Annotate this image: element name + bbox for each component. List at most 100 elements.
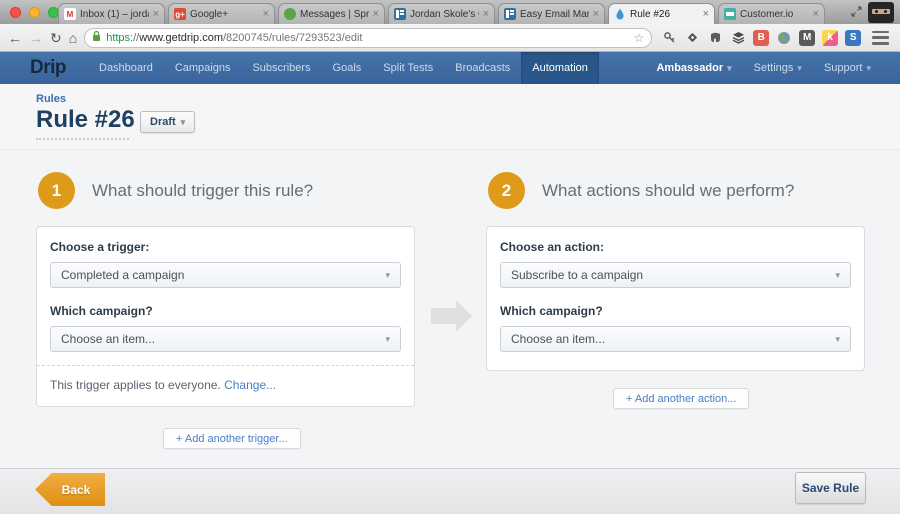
nav-item-campaigns[interactable]: Campaigns xyxy=(164,52,242,84)
tab-title: Jordan Skole's Grow xyxy=(410,9,479,20)
tab-title: Easy Email Marketin xyxy=(520,9,589,20)
tab-strip: M Inbox (1) – jordang × g+ Google+ × Mes… xyxy=(0,0,900,24)
flow-arrow-icon xyxy=(431,308,456,324)
flag-icon xyxy=(504,8,516,20)
fullscreen-expand-icon[interactable] xyxy=(851,4,862,22)
rule-editor-page: Rules Rule #26 Draft ▾ 1 What should tri… xyxy=(0,84,900,514)
action-section-title: What actions should we perform? xyxy=(542,172,794,209)
tab-customerio[interactable]: Customer.io × xyxy=(718,3,825,24)
nav-item-subscribers[interactable]: Subscribers xyxy=(241,52,321,84)
tab-close-icon[interactable]: × xyxy=(373,9,379,20)
globe-icon[interactable] xyxy=(776,30,792,46)
chevron-down-icon: ▾ xyxy=(797,63,802,74)
nav-item-split-tests[interactable]: Split Tests xyxy=(372,52,444,84)
k-extension-icon[interactable]: k xyxy=(822,30,838,46)
step-2-badge: 2 xyxy=(488,172,525,209)
m-extension-icon[interactable]: M xyxy=(799,30,815,46)
tab-close-icon[interactable]: × xyxy=(153,9,159,20)
stack-layers-icon[interactable] xyxy=(730,30,746,46)
action-campaign-select[interactable]: Choose an item... ▾ xyxy=(500,326,851,352)
back-button[interactable]: Back xyxy=(35,473,105,506)
tab-close-icon[interactable]: × xyxy=(703,9,709,20)
reload-icon[interactable]: ↻ xyxy=(50,31,62,45)
address-bar[interactable]: https://www.getdrip.com/8200745/rules/72… xyxy=(84,28,652,48)
browser-window: M Inbox (1) – jordang × g+ Google+ × Mes… xyxy=(0,0,900,514)
tab-title: Customer.io xyxy=(740,9,809,20)
trigger-type-select[interactable]: Completed a campaign ▾ xyxy=(50,262,401,288)
action-type-value: Subscribe to a campaign xyxy=(511,268,643,282)
nav-item-label: Support xyxy=(824,62,863,74)
chevron-down-icon: ▾ xyxy=(385,334,390,345)
window-controls xyxy=(10,7,59,18)
action-campaign-value: Choose an item... xyxy=(511,332,605,346)
page-title[interactable]: Rule #26 xyxy=(36,106,135,134)
nav-item-dashboard[interactable]: Dashboard xyxy=(88,52,164,84)
user-avatar-ninja[interactable] xyxy=(868,2,894,23)
tab-title: Inbox (1) – jordang xyxy=(80,9,149,20)
page-header: Rules Rule #26 Draft ▾ xyxy=(0,84,900,150)
tab-close-icon[interactable]: × xyxy=(483,9,489,20)
nav-item-label: Settings xyxy=(754,62,794,74)
action-campaign-label: Which campaign? xyxy=(500,304,851,318)
trigger-type-value: Completed a campaign xyxy=(61,268,184,282)
trigger-type-label: Choose a trigger: xyxy=(50,240,401,254)
editable-title-underline xyxy=(36,138,129,140)
tab-title: Google+ xyxy=(190,9,259,20)
bookmark-star-icon[interactable]: ☆ xyxy=(633,31,644,45)
add-another-action-button[interactable]: + Add another action... xyxy=(613,388,749,409)
sprout-icon xyxy=(284,8,296,20)
extension-icons: B M k S xyxy=(661,30,861,46)
nav-item-settings[interactable]: Settings ▾ xyxy=(743,52,813,84)
draft-status-dropdown[interactable]: Draft ▾ xyxy=(140,111,195,133)
nav-item-automation[interactable]: Automation xyxy=(521,52,599,84)
red-b-extension-icon[interactable]: B xyxy=(753,30,769,46)
drip-logo[interactable]: Drip xyxy=(30,52,66,84)
window-minimize-button[interactable] xyxy=(29,7,40,18)
tab-easy-email-marketing[interactable]: Easy Email Marketin × xyxy=(498,3,605,24)
chrome-menu-icon[interactable] xyxy=(872,31,889,45)
key-icon[interactable] xyxy=(661,30,677,46)
add-another-trigger-button[interactable]: + Add another trigger... xyxy=(163,428,301,449)
diamond-icon[interactable] xyxy=(684,30,700,46)
nav-item-label: Ambassador xyxy=(656,62,723,74)
tab-googleplus[interactable]: g+ Google+ × xyxy=(168,3,275,24)
nav-item-goals[interactable]: Goals xyxy=(322,52,373,84)
tab-sprout[interactable]: Messages | Sprout S × xyxy=(278,3,385,24)
window-close-button[interactable] xyxy=(10,7,21,18)
footer-action-bar: Back Save Rule xyxy=(0,468,900,514)
change-scope-link[interactable]: Change... xyxy=(224,378,276,392)
nav-item-broadcasts[interactable]: Broadcasts xyxy=(444,52,521,84)
home-icon[interactable]: ⌂ xyxy=(69,31,77,45)
back-nav-icon[interactable]: ← xyxy=(8,31,22,45)
padlock-icon xyxy=(92,30,101,45)
url-path: /8200745/rules/7293523/edit xyxy=(223,32,362,44)
s-extension-icon[interactable]: S xyxy=(845,30,861,46)
tab-jordan-skole[interactable]: Jordan Skole's Grow × xyxy=(388,3,495,24)
save-rule-button[interactable]: Save Rule xyxy=(795,472,866,504)
tab-close-icon[interactable]: × xyxy=(263,9,269,20)
step-1-badge: 1 xyxy=(38,172,75,209)
drip-navbar: Drip Dashboard Campaigns Subscribers Goa… xyxy=(0,52,900,84)
tab-close-icon[interactable]: × xyxy=(593,9,599,20)
tab-close-icon[interactable]: × xyxy=(813,9,819,20)
url-scheme: https xyxy=(106,32,130,44)
url-separator: :// xyxy=(130,32,139,44)
tab-gmail[interactable]: M Inbox (1) – jordang × xyxy=(58,3,165,24)
tab-title: Messages | Sprout S xyxy=(300,9,369,20)
nav-item-support[interactable]: Support ▾ xyxy=(813,52,882,84)
chevron-down-icon: ▾ xyxy=(181,117,186,128)
trigger-campaign-select[interactable]: Choose an item... ▾ xyxy=(50,326,401,352)
url-host: www.getdrip.com xyxy=(139,32,223,44)
trigger-scope-text: This trigger applies to everyone. xyxy=(50,378,224,392)
nav-item-ambassador[interactable]: Ambassador ▾ xyxy=(645,52,742,84)
elephant-icon[interactable] xyxy=(707,30,723,46)
chevron-down-icon: ▾ xyxy=(835,334,840,345)
action-type-label: Choose an action: xyxy=(500,240,851,254)
tab-rule-26-active[interactable]: Rule #26 × xyxy=(608,3,715,24)
flow-arrow-icon xyxy=(456,300,472,332)
chevron-down-icon: ▾ xyxy=(385,270,390,281)
breadcrumb-rules-link[interactable]: Rules xyxy=(36,93,66,105)
status-badge: Draft xyxy=(150,116,176,128)
forward-nav-icon[interactable]: → xyxy=(29,31,43,45)
action-type-select[interactable]: Subscribe to a campaign ▾ xyxy=(500,262,851,288)
